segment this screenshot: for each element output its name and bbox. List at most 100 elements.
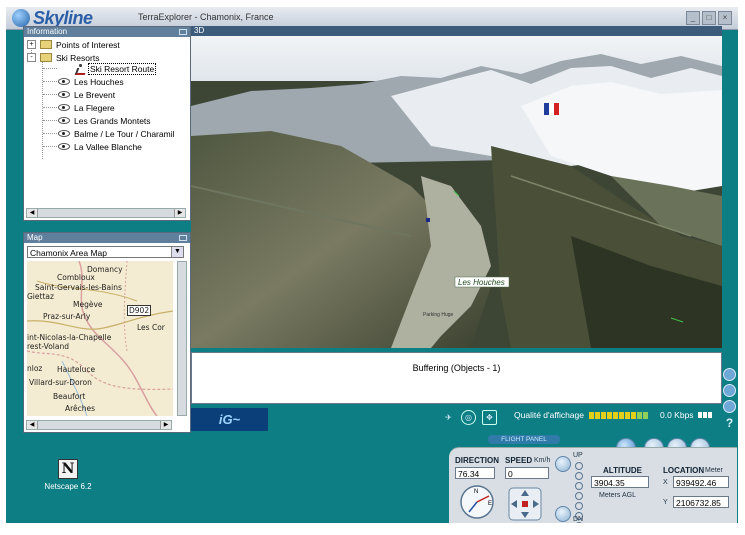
map-horizontal-scrollbar[interactable]: ◀ ▶	[26, 420, 172, 430]
direction-label: DIRECTION	[455, 456, 499, 465]
window-title: TerraExplorer - Chamonix, France	[138, 12, 274, 22]
y-coordinate-input[interactable]: 2106732.85	[673, 496, 729, 508]
place-label-les-houches[interactable]: Les Houches	[458, 278, 505, 287]
map-label: Megève	[73, 300, 103, 309]
map-panel: Map Chamonix Area Map ▼ Domancy Combloux…	[23, 232, 191, 433]
netscape-icon[interactable]: N	[58, 459, 78, 479]
location-unit: Meter	[705, 467, 723, 474]
globe-icon	[12, 9, 30, 27]
map-select[interactable]: Chamonix Area Map ▼	[27, 246, 184, 258]
skier-icon	[75, 63, 85, 74]
minimize-button[interactable]: _	[686, 11, 700, 25]
location-label: LOCATION	[663, 466, 705, 475]
speed-unit: Km/h	[534, 457, 551, 464]
eye-icon	[58, 104, 70, 111]
scroll-left-icon[interactable]: ◀	[27, 209, 38, 217]
compass-n: N	[474, 489, 478, 495]
eye-icon	[58, 117, 70, 124]
information-horizontal-scrollbar[interactable]: ◀ ▶	[26, 208, 186, 218]
tree-item-les-houches[interactable]: Les Houches	[58, 75, 124, 88]
panel-pin-icon[interactable]	[179, 29, 187, 35]
folder-icon	[40, 40, 52, 49]
tree-item-points-of-interest[interactable]: + Points of Interest	[27, 38, 120, 51]
maximize-button[interactable]: □	[702, 11, 716, 25]
tree-item-balme[interactable]: Balme / Le Tour / Charamil	[58, 127, 174, 140]
display-quality: Qualité d'affichage	[514, 410, 648, 420]
navigate-icon[interactable]: ✥	[482, 410, 497, 425]
target-icon[interactable]: ◎	[461, 410, 476, 425]
tree-item-les-grands-montets[interactable]: Les Grands Montets	[58, 114, 151, 127]
tree-item-label: Les Grands Montets	[74, 115, 151, 126]
map-label: Les Cor	[137, 323, 165, 332]
expand-icon[interactable]: +	[27, 40, 36, 49]
map-label: Saint-Gervais-les-Bains	[35, 283, 122, 292]
view-3d[interactable]: 3D Les Houches Parking Huge	[191, 26, 722, 348]
view-3d-header: 3D	[191, 26, 722, 36]
scroll-left-icon[interactable]: ◀	[27, 421, 38, 429]
layers-icon[interactable]	[723, 384, 736, 397]
map-label: nloz	[27, 364, 43, 373]
speed-input[interactable]: 0	[505, 467, 549, 479]
panel-pin-icon[interactable]	[179, 235, 187, 241]
ig-logo: iG~	[191, 408, 268, 431]
speed-label: SPEED	[505, 456, 533, 465]
tree-item-le-brevent[interactable]: Le Brevent	[58, 88, 115, 101]
desktop-shortcut[interactable]: N Netscape 6.2	[38, 459, 98, 491]
speed-down-button[interactable]	[555, 506, 571, 522]
quality-label: Qualité d'affichage	[514, 410, 584, 420]
x-coordinate-input[interactable]: 939492.46	[673, 476, 729, 488]
tree-item-ski-resort-route[interactable]: Ski Resort Route	[75, 62, 157, 75]
altitude-mode[interactable]: Meters AGL	[599, 492, 636, 499]
map-label: rest-Voland	[27, 342, 69, 351]
direction-input[interactable]: 76.34	[455, 467, 495, 479]
map-panel-title: Map	[27, 233, 43, 242]
map-panel-header: Map	[24, 233, 190, 243]
y-label: Y	[663, 499, 668, 506]
terrain-scene[interactable]: Les Houches Parking Huge	[191, 36, 722, 348]
eye-icon	[58, 78, 70, 85]
collapse-icon[interactable]: -	[27, 53, 36, 62]
tree-item-la-flegere[interactable]: La Flegere	[58, 101, 115, 114]
tree-item-la-vallee-blanche[interactable]: La Vallee Blanche	[58, 140, 142, 153]
compass-e: E	[488, 501, 492, 507]
map-label: int-Nicolas-la-Chapelle	[27, 333, 112, 342]
map-vertical-scrollbar[interactable]	[177, 261, 187, 416]
map-label: Arêches	[65, 404, 96, 413]
close-button[interactable]: ×	[718, 11, 732, 25]
tree-item-label: Les Houches	[74, 76, 124, 87]
altitude-input[interactable]: 3904.35	[591, 476, 649, 488]
map-label: Villard-sur-Doron	[29, 378, 92, 387]
tree-item-label: La Vallee Blanche	[74, 141, 142, 152]
skyline-logo: Skyline	[12, 8, 93, 28]
quality-meter[interactable]	[589, 411, 648, 419]
fly-icon[interactable]: ✈	[442, 411, 455, 424]
camera-icon[interactable]	[723, 400, 736, 413]
document-icon[interactable]	[723, 368, 736, 381]
area-map[interactable]: Domancy Combloux Saint-Gervais-les-Bains…	[27, 261, 173, 416]
information-panel: Information + Points of Interest - Ski R…	[23, 26, 191, 221]
desktop-shortcut-label: Netscape 6.2	[44, 482, 92, 491]
chevron-down-icon[interactable]: ▼	[171, 247, 183, 257]
altitude-scale[interactable]	[575, 462, 583, 523]
flight-panel-tab[interactable]: FLIGHT PANEL	[488, 435, 560, 444]
side-buttons: ?	[723, 368, 736, 430]
direction-pad[interactable]	[507, 486, 543, 522]
x-label: X	[663, 479, 668, 486]
tree-item-label: La Flegere	[74, 102, 115, 113]
scroll-right-icon[interactable]: ▶	[160, 421, 171, 429]
scroll-right-icon[interactable]: ▶	[174, 209, 185, 217]
map-label: Beaufort	[53, 392, 86, 401]
compass[interactable]: N E	[459, 484, 495, 520]
help-icon[interactable]: ?	[723, 416, 736, 430]
map-select-value: Chamonix Area Map	[30, 248, 108, 258]
information-tree: + Points of Interest - Ski Resorts Ski R…	[24, 37, 190, 205]
status-area: Buffering (Objects - 1)	[191, 352, 722, 404]
tree-item-label: Le Brevent	[74, 89, 116, 100]
bandwidth-indicator: 0.0 Kbps	[660, 410, 713, 420]
tree-item-label: Ski Resort Route	[88, 62, 157, 75]
bandwidth-value: 0.0 Kbps	[660, 410, 694, 420]
information-panel-header: Information	[24, 27, 190, 37]
speed-up-button[interactable]	[555, 456, 571, 472]
place-label-small: Parking Huge	[423, 312, 454, 318]
up-label: UP	[573, 452, 583, 459]
